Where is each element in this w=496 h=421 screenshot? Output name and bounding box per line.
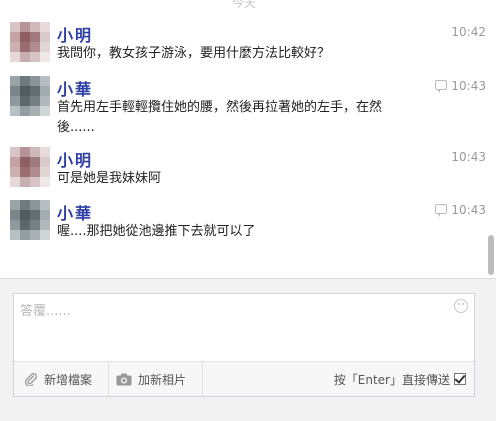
message-timestamp: 10:43 <box>451 150 486 164</box>
sender-name[interactable]: 小華 <box>57 200 93 224</box>
message-thread: 今天 小明 10:42 我問你，教女孩子游泳，要用什麼方法比較好？ 小華 10:… <box>0 0 496 278</box>
message-text: 首先用左手輕輕攬住她的腰，然後再拉著她的左手，在然後...... <box>57 100 383 135</box>
scrollbar-thumb[interactable] <box>488 235 494 275</box>
reply-input[interactable] <box>20 300 440 356</box>
sender-name[interactable]: 小明 <box>57 22 93 46</box>
reply-bubble-icon[interactable] <box>435 80 448 93</box>
timestamp-text: 10:43 <box>451 150 486 164</box>
message-timestamp: 10:43 <box>435 79 486 93</box>
enter-send-label: 按「Enter」直接傳送 <box>333 372 450 387</box>
paperclip-icon <box>24 373 38 386</box>
message-text: 可是她是我妹妹阿 <box>57 171 162 186</box>
add-photo-label: 加新相片 <box>138 372 187 387</box>
avatar[interactable] <box>10 200 50 240</box>
timestamp-text: 10:43 <box>451 79 486 93</box>
reply-composer: 新增檔案 加新相片 按「Enter」直接傳送 <box>13 293 475 397</box>
add-file-label: 新增檔案 <box>44 372 93 387</box>
add-photo-button[interactable]: 加新相片 <box>116 362 203 396</box>
reply-bubble-icon[interactable] <box>435 204 448 217</box>
avatar[interactable] <box>10 147 50 187</box>
add-file-button[interactable]: 新增檔案 <box>24 362 109 396</box>
camera-icon <box>116 373 132 385</box>
timestamp-text: 10:43 <box>451 203 486 217</box>
message-timestamp: 10:42 <box>451 25 486 39</box>
message-text: 喔....那把她從池邊推下去就可以了 <box>57 224 256 239</box>
timestamp-text: 10:42 <box>451 25 486 39</box>
smiley-icon[interactable] <box>454 299 468 313</box>
thread-date-label: 今天 <box>232 0 257 10</box>
enter-to-send-toggle[interactable]: 按「Enter」直接傳送 <box>334 362 466 396</box>
avatar[interactable] <box>10 76 50 116</box>
message-timestamp: 10:43 <box>435 203 486 217</box>
sender-name[interactable]: 小明 <box>57 147 93 171</box>
message-text: 我問你，教女孩子游泳，要用什麼方法比較好？ <box>57 46 331 61</box>
sender-name[interactable]: 小華 <box>57 76 93 100</box>
scrollbar[interactable] <box>486 0 496 278</box>
avatar[interactable] <box>10 22 50 62</box>
enter-send-checkbox[interactable] <box>454 373 466 385</box>
composer-area: 新增檔案 加新相片 按「Enter」直接傳送 <box>0 278 496 421</box>
composer-toolbar: 新增檔案 加新相片 按「Enter」直接傳送 <box>14 361 474 396</box>
